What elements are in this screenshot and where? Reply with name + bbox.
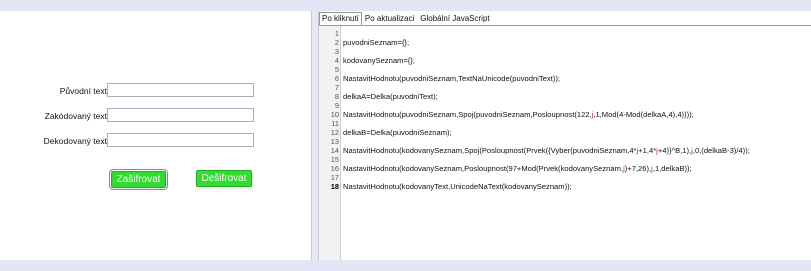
line-number: 2 [334,38,339,47]
line-number: 9 [334,101,339,110]
code-fragment: delkaA=Delka(puvodniText); [343,92,438,101]
code-fragment: ,1,delkaB)); [652,164,692,173]
code-fragment: NastavitHodnotu(kodovanyText,UnicodeNaTe… [343,182,572,191]
line-number: 6 [334,74,339,83]
line-number: 11 [331,119,339,128]
line-number: 5 [334,65,339,74]
code-fragment: puvodniSeznam={}; [343,38,410,47]
code-text: delkaB=Delka(puvodniSeznam); [343,128,452,137]
graphics-view[interactable]: Původní text Zakódovaný text Dekodovaný … [0,11,311,260]
code-fragment: delkaB=Delka(puvodniSeznam); [343,128,452,137]
line-number: 12 [330,128,339,137]
line-number: 8 [334,92,339,101]
code-fragment: +4)}^B,1), [657,146,692,155]
top-strip [0,0,811,11]
encoded-text-input[interactable] [107,108,254,122]
decoded-text-input[interactable] [107,133,254,147]
code-fragment: ,1,Mod(4-Mod(delkaA,4),4)))); [593,110,694,119]
code-text: NastavitHodnotu(kodovanySeznam,Spoj(Posl… [343,146,750,155]
decrypt-button[interactable]: Dešifrovat [196,170,252,187]
code-fragment: )+7,26), [624,164,652,173]
code-text: kodovanySeznam={}; [343,56,415,65]
code-text: NastavitHodnotu(kodovanySeznam,Posloupno… [343,164,692,173]
line-number: 1 [334,29,339,38]
script-tab[interactable]: Globální JavaScript [417,12,492,25]
script-panel: Po kliknutí Po aktualizaci Globální JavaSc… [319,11,811,260]
line-number: 13 [330,137,339,146]
decoded-text-label: Dekodovaný text [43,136,107,146]
script-editor[interactable]: 1 2 puvodniSeznam={}; 3 4 kodovanySeznam={}; 5… [319,25,811,260]
original-text-label: Původní text [59,86,107,96]
line-number: 4 [334,56,339,65]
code-text: NastavitHodnotu(puvodniSeznam,TextNaUnic… [343,74,560,83]
panel-splitter[interactable] [311,11,319,260]
line-number: 7 [334,83,339,92]
code-fragment: NastavitHodnotu(puvodniSeznam,TextNaUnic… [343,74,560,83]
line-number: 18 [330,182,339,191]
code-text: NastavitHodnotu(puvodniSeznam,Spoj(puvod… [343,110,694,119]
line-number: 15 [330,155,339,164]
script-tabs: Po kliknutí Po aktualizaci Globální JavaSc… [319,11,493,25]
code-fragment: kodovanySeznam={}; [343,56,415,65]
bottom-strip [0,260,811,271]
encoded-text-label: Zakódovaný text [44,111,107,121]
script-tab[interactable]: Po kliknutí [319,12,362,25]
code-fragment: +1,4* [638,146,657,155]
code-text: delkaA=Delka(puvodniText); [343,92,438,101]
code-fragment: ,0,(delkaB-3)/4)); [692,146,750,155]
script-tab[interactable]: Po aktualizaci [362,12,417,25]
line-number: 3 [334,47,339,56]
original-text-input[interactable] [107,83,254,97]
line-number: 14 [330,146,339,155]
code-text: puvodniSeznam={}; [343,38,409,47]
line-number: 16 [330,164,339,173]
code-text: NastavitHodnotu(kodovanyText,UnicodeNaTe… [343,182,572,191]
encrypt-button[interactable]: Zašifrovat [109,169,168,190]
line-number: 17 [330,173,339,182]
code-fragment: NastavitHodnotu(kodovanySeznam,Spoj(Posl… [343,146,637,155]
line-number: 10 [330,110,339,119]
code-fragment: NastavitHodnotu(puvodniSeznam,Spoj(puvod… [343,110,592,119]
code-fragment: NastavitHodnotu(kodovanySeznam,Posloupno… [343,164,624,173]
